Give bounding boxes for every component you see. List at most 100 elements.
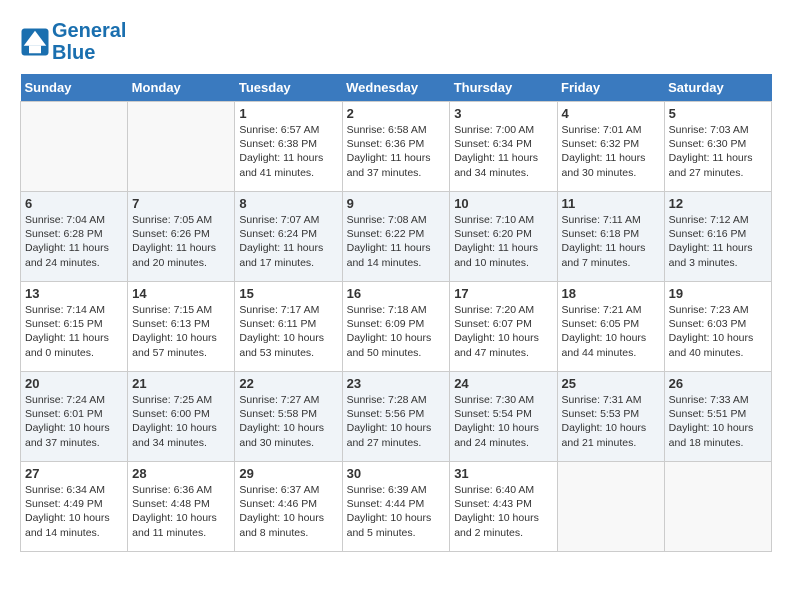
- day-number: 12: [669, 196, 767, 211]
- weekday-header-saturday: Saturday: [664, 74, 771, 102]
- day-detail: Sunrise: 7:03 AM Sunset: 6:30 PM Dayligh…: [669, 123, 767, 180]
- day-number: 28: [132, 466, 230, 481]
- day-detail: Sunrise: 7:10 AM Sunset: 6:20 PM Dayligh…: [454, 213, 552, 270]
- calendar-cell: 12 Sunrise: 7:12 AM Sunset: 6:16 PM Dayli…: [664, 192, 771, 282]
- day-detail: Sunrise: 6:40 AM Sunset: 4:43 PM Dayligh…: [454, 483, 552, 540]
- day-number: 26: [669, 376, 767, 391]
- day-number: 1: [239, 106, 337, 121]
- day-detail: Sunrise: 7:20 AM Sunset: 6:07 PM Dayligh…: [454, 303, 552, 360]
- day-number: 2: [347, 106, 446, 121]
- day-number: 19: [669, 286, 767, 301]
- day-number: 23: [347, 376, 446, 391]
- calendar-cell: 18 Sunrise: 7:21 AM Sunset: 6:05 PM Dayli…: [557, 282, 664, 372]
- calendar-cell: 4 Sunrise: 7:01 AM Sunset: 6:32 PM Daylig…: [557, 102, 664, 192]
- calendar-cell: 6 Sunrise: 7:04 AM Sunset: 6:28 PM Daylig…: [21, 192, 128, 282]
- day-detail: Sunrise: 7:11 AM Sunset: 6:18 PM Dayligh…: [562, 213, 660, 270]
- day-number: 14: [132, 286, 230, 301]
- calendar-cell: 19Sunrise: 7:23 AM Sunset: 6:03 PM Dayli…: [664, 282, 771, 372]
- day-detail: Sunrise: 7:25 AM Sunset: 6:00 PM Dayligh…: [132, 393, 230, 450]
- day-number: 9: [347, 196, 446, 211]
- calendar-cell: 7 Sunrise: 7:05 AM Sunset: 6:26 PM Daylig…: [128, 192, 235, 282]
- logo: General Blue: [20, 20, 126, 64]
- day-detail: Sunrise: 7:01 AM Sunset: 6:32 PM Dayligh…: [562, 123, 660, 180]
- day-detail: Sunrise: 7:15 AM Sunset: 6:13 PM Dayligh…: [132, 303, 230, 360]
- day-number: 24: [454, 376, 552, 391]
- weekday-header-thursday: Thursday: [450, 74, 557, 102]
- day-number: 4: [562, 106, 660, 121]
- day-detail: Sunrise: 7:28 AM Sunset: 5:56 PM Dayligh…: [347, 393, 446, 450]
- day-detail: Sunrise: 7:05 AM Sunset: 6:26 PM Dayligh…: [132, 213, 230, 270]
- calendar-cell: 16 Sunrise: 7:18 AM Sunset: 6:09 PM Dayli…: [342, 282, 450, 372]
- day-detail: Sunrise: 7:24 AM Sunset: 6:01 PM Dayligh…: [25, 393, 123, 450]
- day-number: 3: [454, 106, 552, 121]
- day-detail: Sunrise: 7:31 AM Sunset: 5:53 PM Dayligh…: [562, 393, 660, 450]
- calendar-cell: 22Sunrise: 7:27 AM Sunset: 5:58 PM Dayli…: [235, 372, 342, 462]
- calendar-cell: [557, 462, 664, 552]
- day-detail: Sunrise: 6:57 AM Sunset: 6:38 PM Dayligh…: [239, 123, 337, 180]
- day-detail: Sunrise: 7:27 AM Sunset: 5:58 PM Dayligh…: [239, 393, 337, 450]
- weekday-header-tuesday: Tuesday: [235, 74, 342, 102]
- calendar-cell: 29 Sunrise: 6:37 AM Sunset: 4:46 PM Dayli…: [235, 462, 342, 552]
- day-detail: Sunrise: 6:58 AM Sunset: 6:36 PM Dayligh…: [347, 123, 446, 180]
- calendar-cell: 28 Sunrise: 6:36 AM Sunset: 4:48 PM Dayli…: [128, 462, 235, 552]
- day-detail: Sunrise: 6:37 AM Sunset: 4:46 PM Dayligh…: [239, 483, 337, 540]
- logo-icon: [20, 27, 50, 57]
- calendar-cell: [664, 462, 771, 552]
- day-number: 18: [562, 286, 660, 301]
- day-number: 31: [454, 466, 552, 481]
- day-number: 25: [562, 376, 660, 391]
- calendar-cell: 11 Sunrise: 7:11 AM Sunset: 6:18 PM Dayli…: [557, 192, 664, 282]
- day-number: 6: [25, 196, 123, 211]
- calendar-cell: 17 Sunrise: 7:20 AM Sunset: 6:07 PM Dayli…: [450, 282, 557, 372]
- day-number: 27: [25, 466, 123, 481]
- calendar-cell: [128, 102, 235, 192]
- day-number: 10: [454, 196, 552, 211]
- day-detail: Sunrise: 6:34 AM Sunset: 4:49 PM Dayligh…: [25, 483, 123, 540]
- calendar-cell: 8 Sunrise: 7:07 AM Sunset: 6:24 PM Daylig…: [235, 192, 342, 282]
- day-detail: Sunrise: 7:21 AM Sunset: 6:05 PM Dayligh…: [562, 303, 660, 360]
- day-detail: Sunrise: 6:39 AM Sunset: 4:44 PM Dayligh…: [347, 483, 446, 540]
- calendar-cell: 13 Sunrise: 7:14 AM Sunset: 6:15 PM Dayli…: [21, 282, 128, 372]
- calendar-cell: 15 Sunrise: 7:17 AM Sunset: 6:11 PM Dayli…: [235, 282, 342, 372]
- calendar-cell: 25 Sunrise: 7:31 AM Sunset: 5:53 PM Dayli…: [557, 372, 664, 462]
- page-header: General Blue: [20, 20, 772, 64]
- calendar-cell: 23 Sunrise: 7:28 AM Sunset: 5:56 PM Dayli…: [342, 372, 450, 462]
- day-number: 8: [239, 196, 337, 211]
- day-number: 15: [239, 286, 337, 301]
- day-detail: Sunrise: 7:18 AM Sunset: 6:09 PM Dayligh…: [347, 303, 446, 360]
- day-detail: Sunrise: 7:12 AM Sunset: 6:16 PM Dayligh…: [669, 213, 767, 270]
- day-detail: Sunrise: 7:30 AM Sunset: 5:54 PM Dayligh…: [454, 393, 552, 450]
- day-number: 5: [669, 106, 767, 121]
- calendar-cell: 10 Sunrise: 7:10 AM Sunset: 6:20 PM Dayli…: [450, 192, 557, 282]
- calendar-cell: 24 Sunrise: 7:30 AM Sunset: 5:54 PM Dayli…: [450, 372, 557, 462]
- day-number: 13: [25, 286, 123, 301]
- day-detail: Sunrise: 7:04 AM Sunset: 6:28 PM Dayligh…: [25, 213, 123, 270]
- calendar-cell: 27 Sunrise: 6:34 AM Sunset: 4:49 PM Dayli…: [21, 462, 128, 552]
- day-number: 11: [562, 196, 660, 211]
- weekday-header-monday: Monday: [128, 74, 235, 102]
- calendar-cell: 31 Sunrise: 6:40 AM Sunset: 4:43 PM Dayli…: [450, 462, 557, 552]
- day-number: 16: [347, 286, 446, 301]
- calendar-cell: 5 Sunrise: 7:03 AM Sunset: 6:30 PM Daylig…: [664, 102, 771, 192]
- calendar-cell: 30 Sunrise: 6:39 AM Sunset: 4:44 PM Dayli…: [342, 462, 450, 552]
- day-detail: Sunrise: 7:00 AM Sunset: 6:34 PM Dayligh…: [454, 123, 552, 180]
- calendar-cell: 1 Sunrise: 6:57 AM Sunset: 6:38 PM Daylig…: [235, 102, 342, 192]
- day-detail: Sunrise: 6:36 AM Sunset: 4:48 PM Dayligh…: [132, 483, 230, 540]
- day-number: 20: [25, 376, 123, 391]
- calendar-cell: 9 Sunrise: 7:08 AM Sunset: 6:22 PM Daylig…: [342, 192, 450, 282]
- day-detail: Sunrise: 7:14 AM Sunset: 6:15 PM Dayligh…: [25, 303, 123, 360]
- day-number: 7: [132, 196, 230, 211]
- day-detail: Sunrise: 7:07 AM Sunset: 6:24 PM Dayligh…: [239, 213, 337, 270]
- day-number: 30: [347, 466, 446, 481]
- calendar-cell: [21, 102, 128, 192]
- day-detail: Sunrise: 7:08 AM Sunset: 6:22 PM Dayligh…: [347, 213, 446, 270]
- calendar-cell: 3 Sunrise: 7:00 AM Sunset: 6:34 PM Daylig…: [450, 102, 557, 192]
- calendar-cell: 26Sunrise: 7:33 AM Sunset: 5:51 PM Dayli…: [664, 372, 771, 462]
- day-number: 17: [454, 286, 552, 301]
- weekday-header-wednesday: Wednesday: [342, 74, 450, 102]
- day-detail: Sunrise: 7:17 AM Sunset: 6:11 PM Dayligh…: [239, 303, 337, 360]
- day-number: 29: [239, 466, 337, 481]
- calendar-cell: 20 Sunrise: 7:24 AM Sunset: 6:01 PM Dayli…: [21, 372, 128, 462]
- calendar-table: SundayMondayTuesdayWednesdayThursdayFrid…: [20, 74, 772, 552]
- calendar-cell: 2 Sunrise: 6:58 AM Sunset: 6:36 PM Daylig…: [342, 102, 450, 192]
